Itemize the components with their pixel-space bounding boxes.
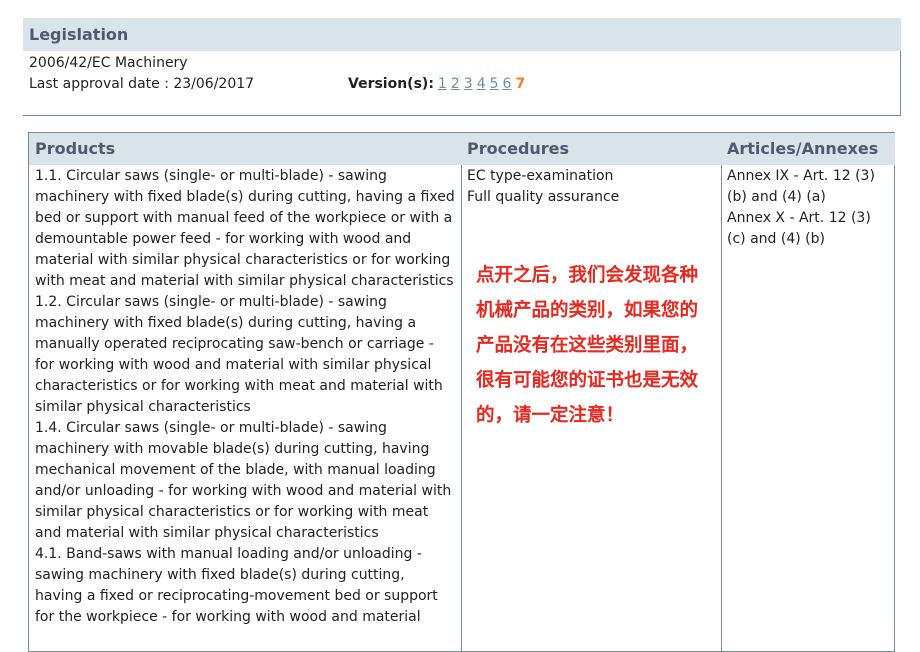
articles-column-header: Articles/Annexes: [721, 133, 895, 165]
legislation-header: Legislation: [23, 18, 901, 51]
product-entry: 1.2. Circular saws (single- or multi-bla…: [35, 294, 443, 415]
approval-date: Last approval date : 23/06/2017: [29, 76, 255, 92]
articles-cell: Annex IX - Art. 12 (3) (b) and (4) (a) A…: [727, 165, 891, 250]
current-version: 7: [515, 76, 526, 92]
article-entry: Annex X - Art. 12 (3) (c) and (4) (b): [727, 210, 871, 247]
column-divider: [721, 165, 722, 651]
version-link-6[interactable]: 6: [503, 76, 512, 92]
product-entry: 1.1. Circular saws (single- or multi-bla…: [35, 168, 455, 289]
products-column-header: Products: [29, 133, 461, 165]
article-entry: Annex IX - Art. 12 (3) (b) and (4) (a): [727, 168, 875, 205]
procedures-cell: EC type-examination Full quality assuran…: [467, 165, 717, 208]
legislation-panel: Legislation 2006/42/EC Machinery Last ap…: [23, 18, 901, 116]
procedure-entry: Full quality assurance: [467, 189, 620, 205]
versions-label: Version(s):: [348, 76, 434, 92]
version-link-4[interactable]: 4: [477, 76, 486, 92]
legislation-body: 2006/42/EC Machinery Last approval date …: [23, 51, 901, 115]
version-link-2[interactable]: 2: [451, 76, 460, 92]
directive-name: 2006/42/EC Machinery: [29, 55, 188, 71]
procedures-column-header: Procedures: [461, 133, 721, 165]
versions-list: Version(s): 1 2 3 4 5 6 7: [348, 74, 525, 95]
version-link-3[interactable]: 3: [464, 76, 473, 92]
procedure-entry: EC type-examination: [467, 168, 614, 184]
column-divider: [461, 165, 462, 651]
products-table: Products Procedures Articles/Annexes 1.1…: [28, 132, 895, 652]
product-entry: 4.1. Band-saws with manual loading and/o…: [35, 546, 438, 625]
version-link-5[interactable]: 5: [490, 76, 499, 92]
version-link-1[interactable]: 1: [438, 76, 447, 92]
annotation-note: 点开之后，我们会发现各种机械产品的类别，如果您的产品没有在这些类别里面，很有可能…: [476, 265, 699, 426]
products-cell: 1.1. Circular saws (single- or multi-bla…: [35, 165, 455, 628]
product-entry: 1.4. Circular saws (single- or multi-bla…: [35, 420, 452, 541]
